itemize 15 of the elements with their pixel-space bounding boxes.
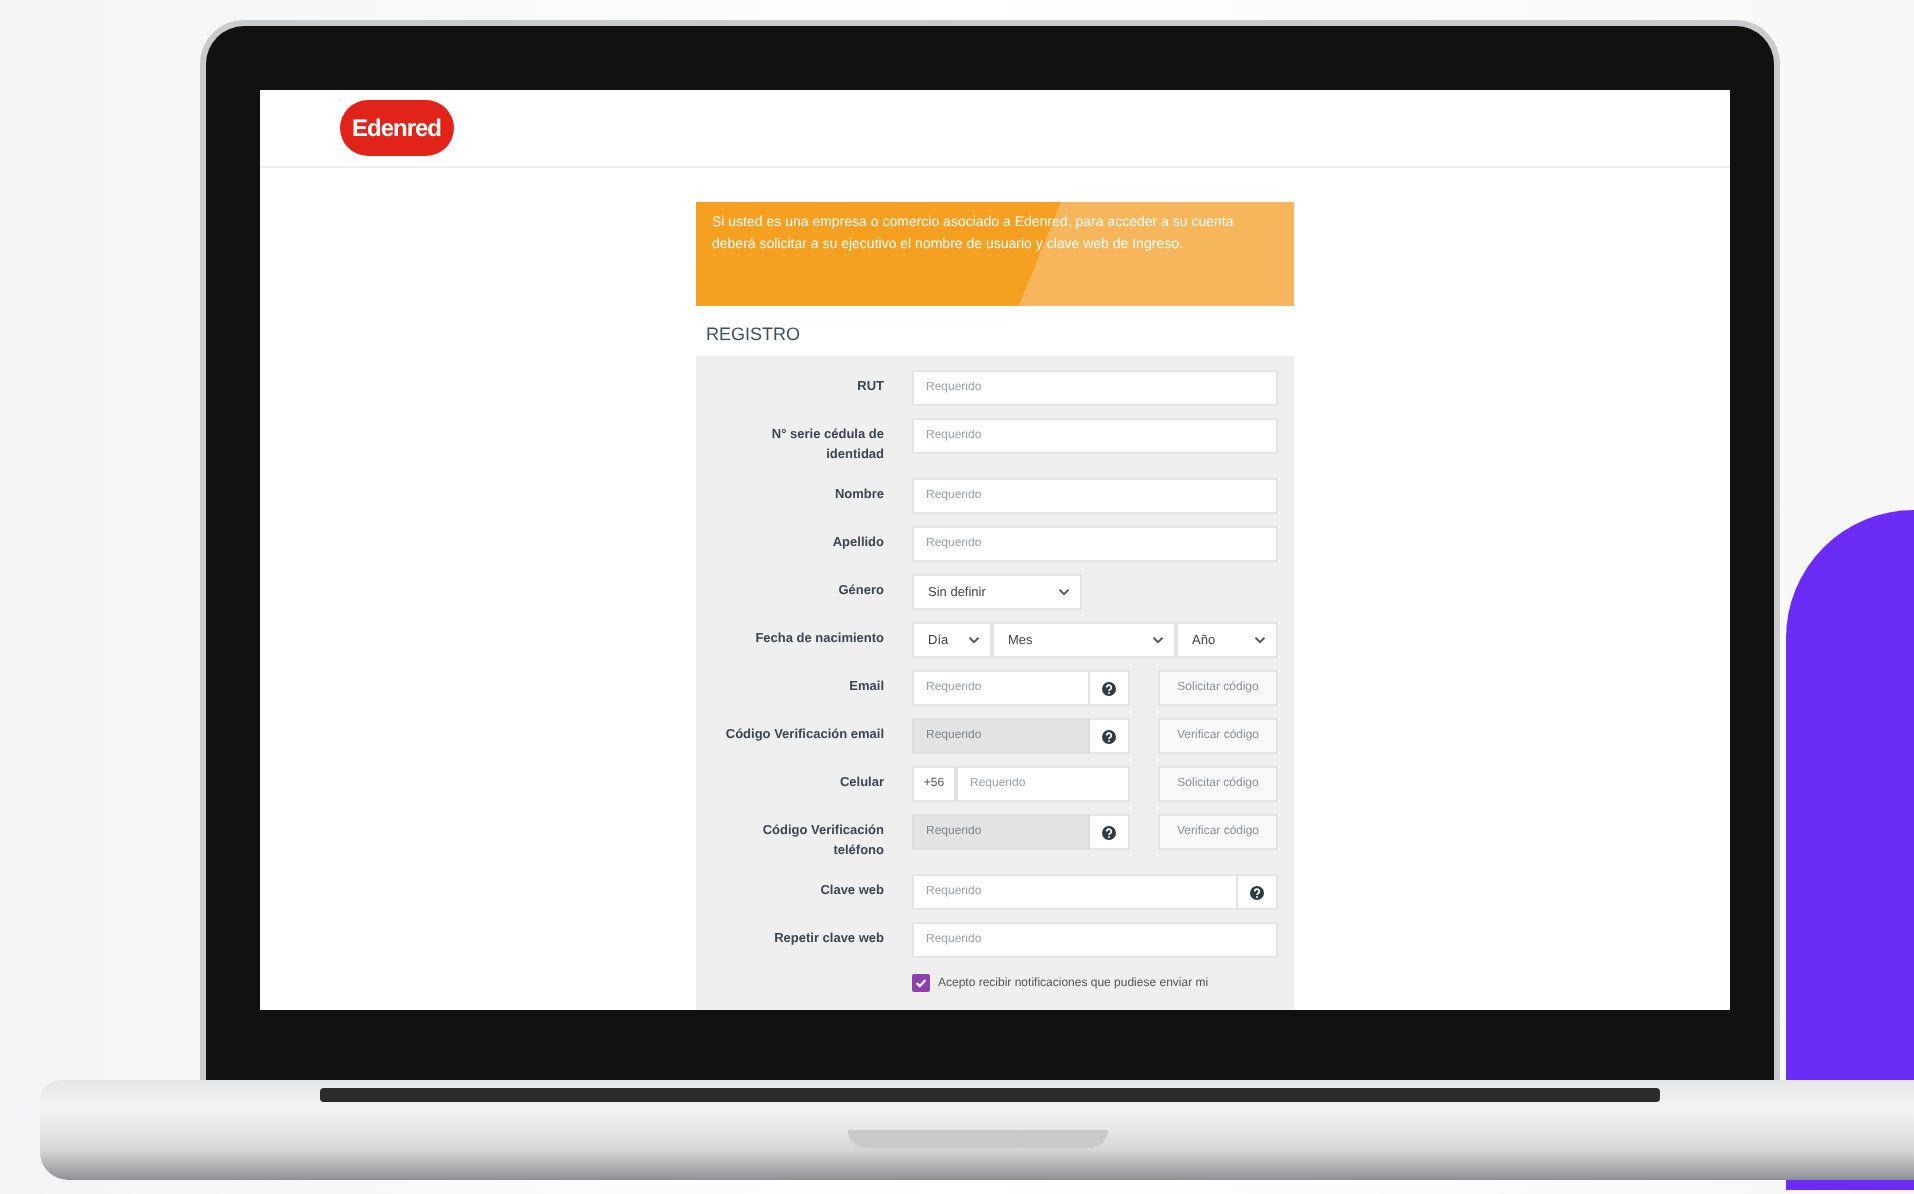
help-button[interactable] [1090, 814, 1130, 850]
help-icon [1102, 825, 1116, 839]
help-icon [1102, 729, 1116, 743]
help-button[interactable] [1090, 670, 1130, 706]
chevron-icon [968, 636, 980, 644]
chevron-icon [1058, 588, 1070, 596]
help-button[interactable] [1090, 718, 1130, 754]
checkbox[interactable] [912, 974, 930, 992]
help-icon [1102, 681, 1116, 695]
chevron-icon [1152, 636, 1164, 644]
help-icon [1250, 885, 1264, 899]
chevron-icon [1254, 636, 1266, 644]
brand-logo[interactable]: Edenred [340, 100, 454, 156]
section-title: REGISTRO [706, 324, 803, 344]
help-button[interactable] [1238, 874, 1278, 910]
